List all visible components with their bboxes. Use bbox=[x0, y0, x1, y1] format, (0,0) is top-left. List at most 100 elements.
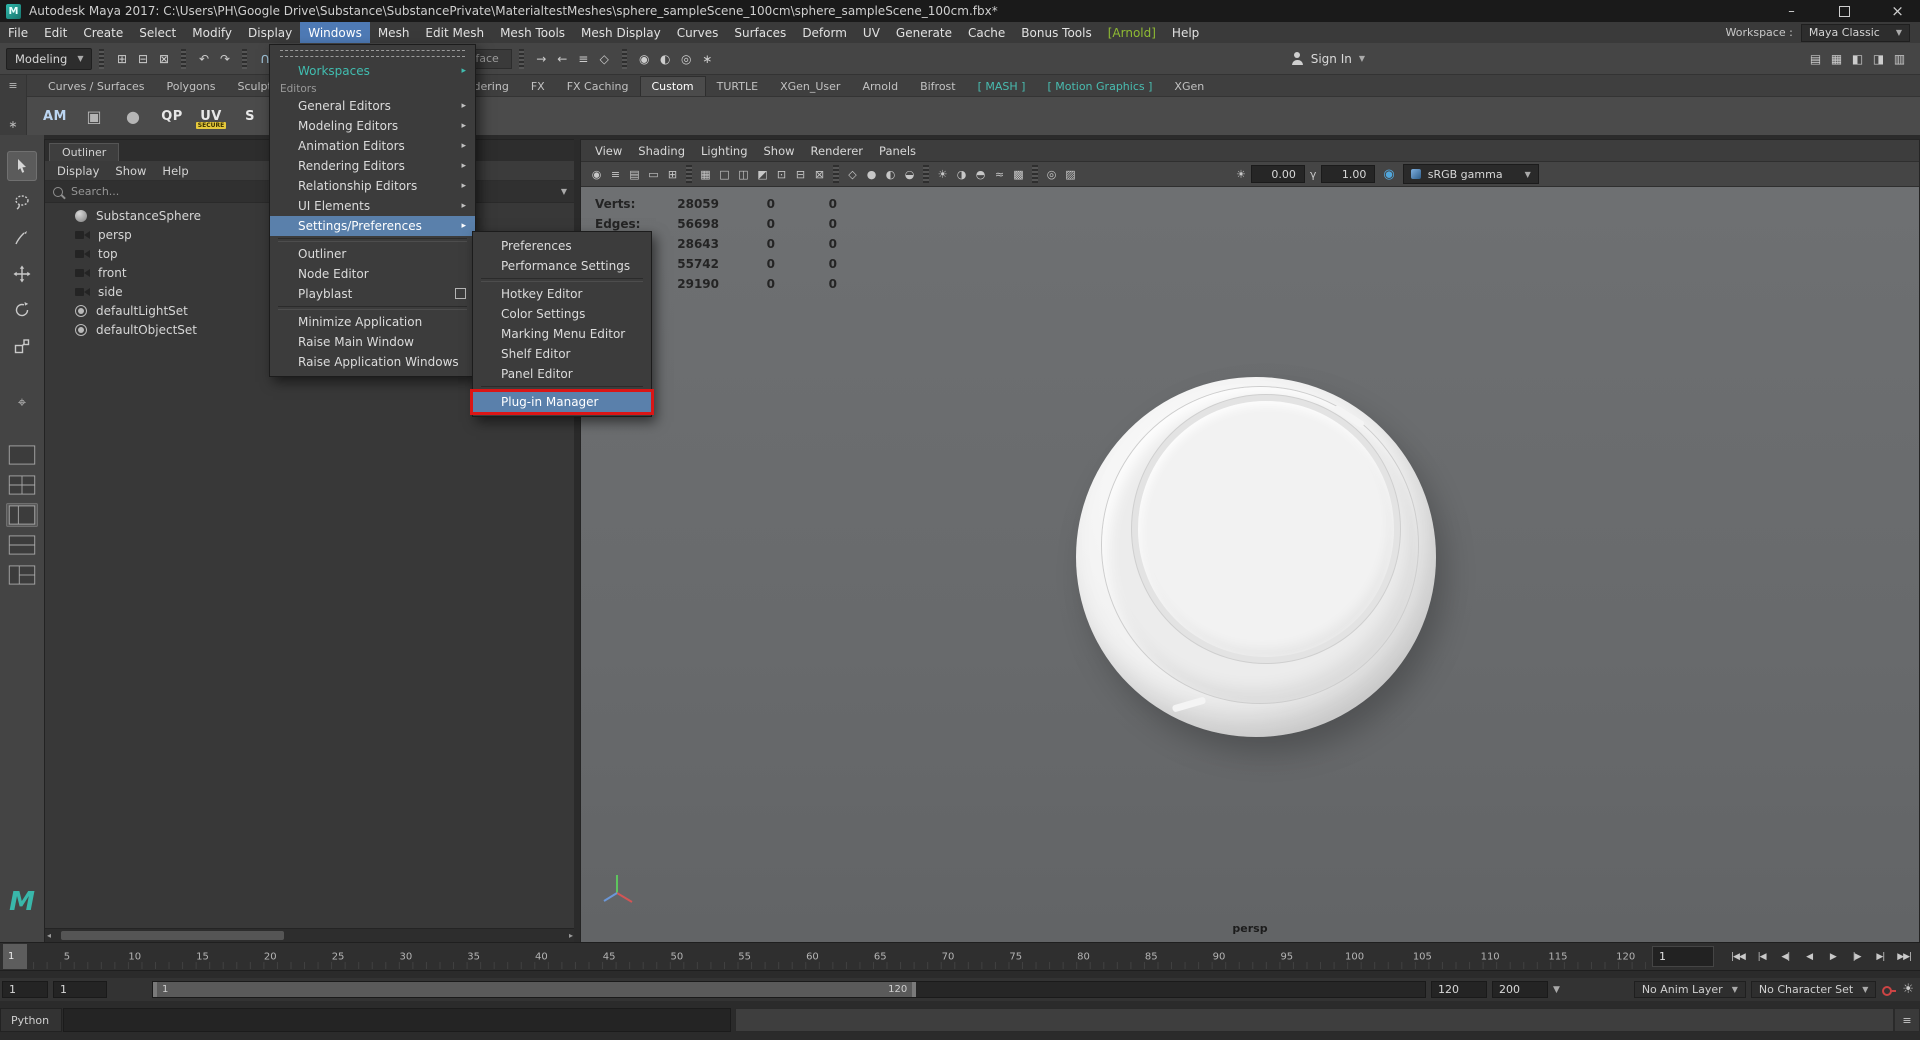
shelf-tab[interactable]: Custom bbox=[640, 76, 706, 96]
minimize-button[interactable]: – bbox=[1769, 0, 1814, 22]
animation-start-field[interactable]: 1 bbox=[2, 981, 48, 998]
menubar-item[interactable]: File bbox=[0, 22, 36, 43]
menubar-item[interactable]: UV bbox=[855, 22, 888, 43]
windows-menu-item[interactable]: Animation Editors ▸ bbox=[270, 136, 475, 156]
windows-menu-item[interactable]: Minimize Application ▸ bbox=[270, 312, 475, 332]
shelf-tab[interactable]: Bifrost bbox=[909, 77, 967, 96]
scrollbar-thumb[interactable] bbox=[61, 931, 284, 940]
go-to-end-button[interactable]: ▶▶| bbox=[1892, 944, 1916, 969]
close-button[interactable]: × bbox=[1875, 0, 1920, 22]
go-to-start-button[interactable]: |◀◀ bbox=[1726, 944, 1750, 969]
quick-layout-single-pane-button[interactable] bbox=[6, 443, 38, 467]
shelf-tab[interactable]: XGen_User bbox=[769, 77, 851, 96]
command-language-toggle[interactable]: Python bbox=[0, 1008, 62, 1032]
shelf-tab[interactable]: [ Motion Graphics ] bbox=[1036, 77, 1163, 96]
play-forwards-button[interactable]: ▶ bbox=[1821, 944, 1845, 969]
settings-submenu-item[interactable]: Hotkey Editor bbox=[473, 284, 651, 304]
windows-menu-item[interactable]: UI Elements ▸ bbox=[270, 196, 475, 216]
viewport-menu-item[interactable]: Panels bbox=[871, 144, 924, 158]
menubar-item[interactable]: Mesh Display bbox=[573, 22, 669, 43]
playback-start-field[interactable]: 1 bbox=[53, 981, 107, 998]
windows-menu-item[interactable]: ▸ bbox=[270, 236, 475, 244]
new-scene-icon[interactable]: ⊞ bbox=[111, 48, 132, 69]
film-gate-icon[interactable]: □ bbox=[715, 165, 734, 184]
exposure-field[interactable]: 0.00 bbox=[1251, 165, 1305, 183]
menubar-item[interactable]: Help bbox=[1164, 22, 1207, 43]
anti-aliasing-icon[interactable]: ▩ bbox=[1009, 165, 1028, 184]
toggle-tool-settings-icon[interactable]: ◧ bbox=[1847, 48, 1868, 69]
menubar-item[interactable]: [Arnold] bbox=[1100, 22, 1164, 43]
toolbar-grip[interactable] bbox=[242, 49, 247, 69]
outliner-panel-tab[interactable]: Outliner bbox=[49, 143, 119, 161]
windows-menu-item[interactable]: Settings/Preferences ▸ bbox=[270, 216, 475, 236]
time-slider[interactable]: 5101520253035404550556065707580859095100… bbox=[0, 942, 1920, 971]
select-tool[interactable] bbox=[7, 151, 37, 181]
menubar-item[interactable]: Surfaces bbox=[726, 22, 794, 43]
outliner-menu-item[interactable]: Display bbox=[49, 164, 107, 178]
step-back-one-frame-button[interactable]: |◀ bbox=[1750, 944, 1774, 969]
settings-submenu-item[interactable]: Performance Settings bbox=[473, 256, 651, 276]
menu-tearoff[interactable] bbox=[280, 50, 465, 57]
sign-in-button[interactable]: Sign In ▼ bbox=[1291, 52, 1365, 66]
settings-submenu-item[interactable] bbox=[473, 276, 651, 284]
viewport-toolbar-icon[interactable] bbox=[686, 165, 692, 183]
step-back-one-key-button[interactable]: ◀| bbox=[1774, 944, 1798, 969]
color-management-icon[interactable]: ◉ bbox=[1383, 167, 1394, 182]
shelf-uv-secure-icon[interactable]: UV SECURE bbox=[193, 98, 229, 134]
menu-set-select[interactable]: Modeling ▼ bbox=[6, 48, 92, 70]
toggle-attribute-editor-icon[interactable]: ◨ bbox=[1868, 48, 1889, 69]
settings-submenu-item[interactable] bbox=[473, 384, 651, 392]
shelf-tab[interactable]: TURTLE bbox=[706, 77, 769, 96]
construction-history-icon[interactable]: ≡ bbox=[573, 48, 594, 69]
viewport-toolbar-icon[interactable] bbox=[923, 165, 929, 183]
viewport-menu-item[interactable]: Lighting bbox=[693, 144, 755, 158]
shelf-tab[interactable]: Curves / Surfaces bbox=[37, 77, 156, 96]
use-default-material-icon[interactable]: ◒ bbox=[900, 165, 919, 184]
settings-submenu-item[interactable]: Preferences bbox=[473, 236, 651, 256]
safe-title-icon[interactable]: ⊠ bbox=[810, 165, 829, 184]
windows-menu-item[interactable]: Node Editor ▸ bbox=[270, 264, 475, 284]
camera-attributes-icon[interactable]: ≡ bbox=[606, 165, 625, 184]
viewport-menu-item[interactable]: View bbox=[587, 144, 630, 158]
windows-menu-workspaces[interactable]: Workspaces ▸ bbox=[270, 61, 475, 81]
option-box-icon[interactable] bbox=[455, 288, 466, 299]
script-editor-button[interactable]: ≡ bbox=[1894, 1008, 1920, 1032]
settings-submenu-item[interactable]: Panel Editor bbox=[473, 364, 651, 384]
shelf-tab[interactable]: XGen bbox=[1163, 77, 1215, 96]
animation-preferences-icon[interactable]: ☀ bbox=[1902, 982, 1914, 997]
field-chart-icon[interactable]: ⊡ bbox=[772, 165, 791, 184]
chevron-down-icon[interactable]: ▼ bbox=[1553, 985, 1560, 995]
toolbar-grip[interactable] bbox=[622, 49, 627, 69]
menubar-item[interactable]: Windows bbox=[300, 22, 370, 43]
settings-submenu-item[interactable]: Shelf Editor bbox=[473, 344, 651, 364]
quick-layout-two-pane-stacked-button[interactable] bbox=[6, 533, 38, 557]
toolbar-grip[interactable] bbox=[181, 49, 186, 69]
textured-display-icon[interactable]: ◐ bbox=[881, 165, 900, 184]
quick-layout-three-pane-button[interactable] bbox=[6, 563, 38, 587]
settings-submenu-item[interactable]: Plug-in Manager bbox=[473, 392, 651, 412]
outliner-horizontal-scrollbar[interactable]: ◂ ▸ bbox=[45, 928, 575, 942]
paint-selection-tool[interactable] bbox=[7, 223, 37, 253]
maximize-button[interactable] bbox=[1822, 0, 1867, 22]
shelf-tab[interactable]: Arnold bbox=[851, 77, 909, 96]
viewport-toolbar-icon[interactable] bbox=[1032, 165, 1038, 183]
image-plane-icon[interactable]: ▭ bbox=[644, 165, 663, 184]
viewport-menu-item[interactable]: Show bbox=[756, 144, 803, 158]
menubar-item[interactable]: Edit bbox=[36, 22, 75, 43]
open-render-view-icon[interactable]: ◉ bbox=[634, 48, 655, 69]
shelf-tab-toggle-icon[interactable]: ≡ bbox=[8, 79, 17, 92]
play-backwards-button[interactable]: ◀ bbox=[1797, 944, 1821, 969]
menubar-item[interactable]: Curves bbox=[669, 22, 727, 43]
output-connections-icon[interactable]: ← bbox=[552, 48, 573, 69]
xray-icon[interactable]: ▨ bbox=[1061, 165, 1080, 184]
shelf-menu-icon[interactable]: ∗ bbox=[8, 118, 17, 131]
grid-icon[interactable]: ▦ bbox=[696, 165, 715, 184]
screen-space-ao-icon[interactable]: ◓ bbox=[971, 165, 990, 184]
redo-icon[interactable]: ↷ bbox=[214, 48, 235, 69]
render-current-frame-icon[interactable]: ◐ bbox=[655, 48, 676, 69]
rotate-tool[interactable] bbox=[7, 295, 37, 325]
shelf-tab[interactable]: FX Caching bbox=[556, 77, 640, 96]
character-set-select[interactable]: No Character Set ▼ bbox=[1751, 981, 1876, 998]
menubar-item[interactable]: Display bbox=[240, 22, 300, 43]
range-bar[interactable]: 1 120 bbox=[153, 982, 916, 997]
